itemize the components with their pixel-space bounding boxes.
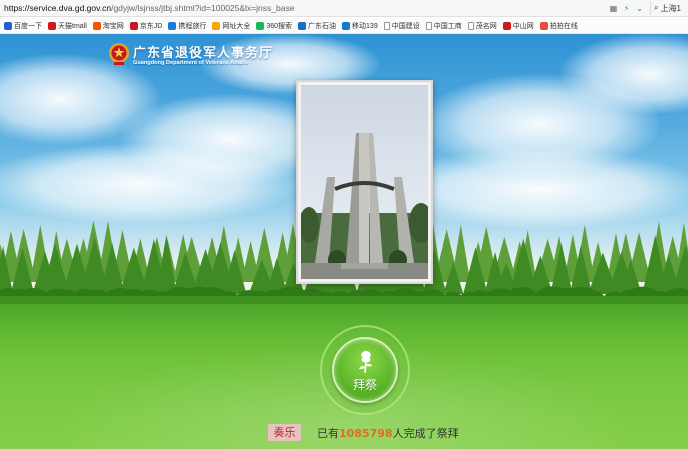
bookmark-item[interactable]: 携程旅行	[168, 21, 206, 31]
counter-prefix: 已有	[317, 427, 339, 440]
bookmark-item[interactable]: 广东石油	[298, 21, 336, 31]
bookmark-favicon-icon	[383, 21, 390, 30]
bookmark-item[interactable]: 百度一下	[4, 21, 42, 31]
bookmark-label: 移动139	[352, 22, 378, 30]
bookmark-favicon-icon	[168, 21, 177, 30]
bookmark-item[interactable]: 移动139	[342, 21, 378, 31]
address-bar[interactable]: https://service.dva.gd.gov.cn/gdyjw/lsjn…	[0, 0, 688, 17]
browser-search-text: 上海1	[660, 3, 681, 13]
bookmark-favicon-icon	[48, 21, 56, 30]
url-host: https://service.dva.gd.gov.cn	[4, 3, 112, 13]
bookmark-favicon-icon	[92, 21, 101, 30]
chevron-down-icon[interactable]: ⌄	[633, 4, 646, 13]
bookmark-label: 中国工商	[433, 22, 462, 30]
bookmark-item[interactable]: 拍拍在线	[539, 21, 578, 31]
grid-icon[interactable]: ▦	[607, 4, 620, 13]
bookmark-favicon-icon	[342, 21, 351, 30]
url-field[interactable]: https://service.dva.gd.gov.cn/gdyjw/lsjn…	[0, 3, 607, 13]
bookmark-favicon-icon	[539, 21, 548, 30]
bookmark-favicon-icon	[256, 21, 265, 30]
pray-counter: 已有1085798人完成了祭拜	[317, 425, 459, 441]
national-emblem-icon	[109, 43, 129, 65]
url-path: /gdyjw/lsjnss/jtbj.shtml?id=100025&lx=jn…	[111, 3, 295, 13]
bookmark-favicon-icon	[4, 21, 12, 30]
bookmark-item[interactable]: 中国工商	[425, 21, 462, 31]
pray-button[interactable]: 拜祭	[332, 337, 398, 403]
bookmark-label: 360搜索	[266, 22, 293, 30]
bookmark-label: 网址大全	[222, 22, 251, 30]
bookmark-item[interactable]: 天猫tmall	[48, 21, 87, 31]
bookmark-label: 携程旅行	[178, 22, 207, 30]
bookmark-favicon-icon	[502, 21, 511, 30]
lightning-icon[interactable]: ⚡	[620, 4, 633, 13]
bookmark-label: 中国建设	[391, 22, 420, 30]
page-title: 广东省退役军人事务厅	[133, 46, 274, 61]
bookmark-item[interactable]: 中山网	[502, 21, 534, 31]
bookmark-favicon-icon	[129, 21, 138, 30]
rose-icon	[359, 351, 372, 374]
bookmark-item[interactable]: 360搜索	[256, 21, 292, 31]
bookmark-favicon-icon	[467, 21, 474, 30]
music-button[interactable]: 奏乐	[267, 423, 302, 442]
bookmarks-bar: 百度一下 天猫tmall 淘宝网 京东JD 携程旅行 网址大全 360搜索 广东石油 移动139…	[0, 18, 688, 34]
bookmark-label: 天猫tmall	[58, 22, 87, 30]
bookmark-item[interactable]: 网址大全	[212, 21, 250, 31]
counter-suffix: 人完成了祭拜	[392, 427, 459, 440]
bookmark-item[interactable]: 茂名网	[467, 21, 497, 31]
bookmark-label: 广东石油	[308, 22, 337, 30]
monument-photo	[299, 85, 433, 279]
search-icon: ⌕	[654, 3, 659, 12]
pray-button-label: 拜祭	[352, 378, 377, 392]
bookmark-label: 京东JD	[139, 22, 163, 30]
memorial-photo-frame	[296, 80, 433, 284]
bookmark-favicon-icon	[298, 21, 307, 30]
bookmark-label: 中山网	[512, 22, 534, 30]
browser-search-box[interactable]: ⌕ 上海1	[650, 1, 688, 15]
bookmark-label: 拍拍在线	[549, 22, 578, 30]
bookmark-label: 淘宝网	[102, 22, 124, 30]
counter-number: 1085798	[339, 427, 393, 440]
page-subtitle: Guangdong Department of Veterans Affairs	[133, 60, 248, 66]
bookmark-item[interactable]: 淘宝网	[92, 21, 124, 31]
memorial-page: 广东省退役军人事务厅 Guangdong Department of Veter…	[0, 34, 688, 449]
bookmark-label: 茂名网	[475, 22, 497, 30]
bookmark-label: 百度一下	[14, 22, 42, 30]
bookmark-favicon-icon	[425, 21, 432, 30]
bookmark-item[interactable]: 京东JD	[129, 21, 163, 31]
bookmark-item[interactable]: 中国建设	[383, 21, 420, 31]
bookmark-favicon-icon	[212, 21, 221, 30]
